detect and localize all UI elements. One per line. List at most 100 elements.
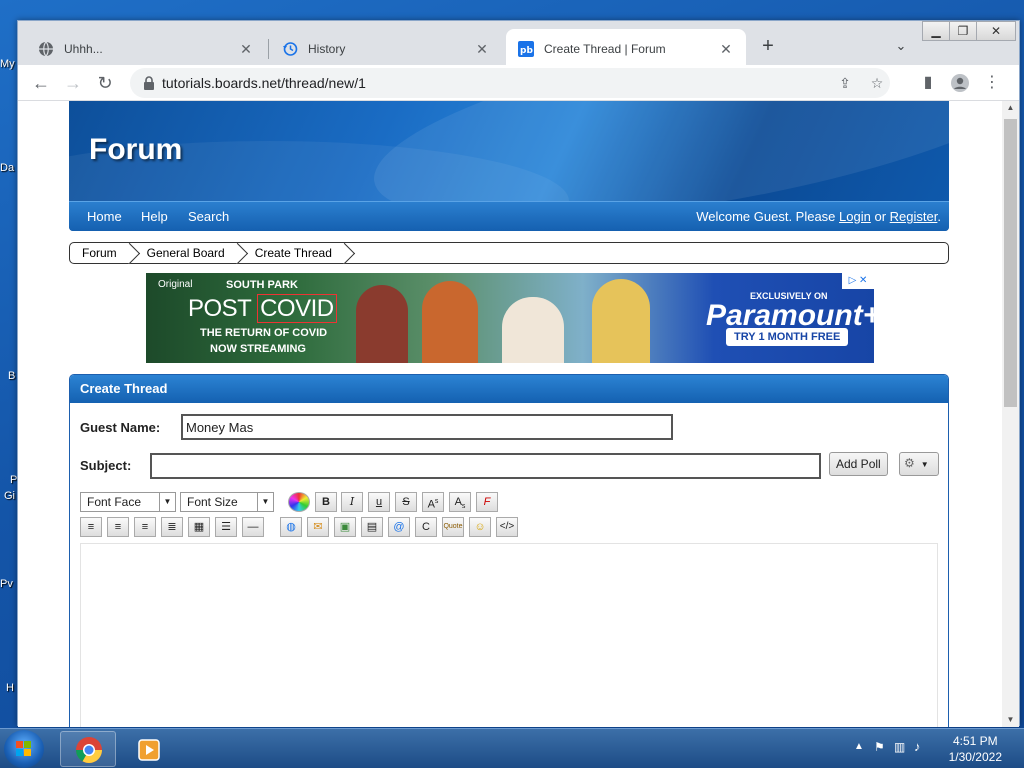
action-center-icon[interactable]: ⚑ [874, 740, 885, 754]
subject-label: Subject: [80, 458, 132, 473]
align-left-icon[interactable]: ≡ [80, 517, 102, 537]
url-text[interactable]: tutorials.boards.net/thread/new/1 [162, 75, 366, 91]
advertisement-banner[interactable]: Original SOUTH PARK POST COVID THE RETUR… [146, 273, 874, 363]
ad-close-icon[interactable]: ▷ ✕ [842, 273, 874, 289]
mention-icon[interactable]: @ [388, 517, 410, 537]
bullet-list-icon[interactable]: ☰ [215, 517, 237, 537]
volume-icon[interactable]: ♪ [914, 739, 921, 754]
scrollbar-thumb[interactable] [1004, 119, 1017, 407]
message-editor[interactable] [80, 543, 938, 727]
horizontal-rule-icon[interactable]: — [242, 517, 264, 537]
forward-arrow-icon[interactable]: → [60, 70, 86, 96]
ad-original-text: Original [158, 279, 193, 290]
close-tab-icon[interactable]: ✕ [718, 41, 734, 57]
ad-streaming-text: NOW STREAMING [210, 343, 306, 355]
reload-icon[interactable]: ↻ [92, 70, 118, 96]
forum-navbar: Home Help Search Welcome Guest. Please L… [69, 201, 949, 231]
font-face-select[interactable]: Font Face ▼ [80, 492, 176, 512]
video-icon[interactable]: ▤ [361, 517, 383, 537]
link-icon[interactable]: ◍ [280, 517, 302, 537]
source-code-icon[interactable]: </> [496, 517, 518, 537]
profile-avatar-icon[interactable] [948, 71, 972, 95]
back-arrow-icon[interactable]: ← [28, 70, 54, 96]
scroll-down-icon[interactable]: ▼ [1002, 713, 1019, 727]
desktop-icon-label[interactable]: Da [0, 162, 16, 174]
register-link[interactable]: Register [890, 209, 938, 224]
share-icon[interactable]: ⇪ [834, 72, 856, 94]
scroll-up-icon[interactable]: ▲ [1002, 101, 1019, 115]
underline-icon[interactable]: u [368, 492, 390, 512]
text-color-icon[interactable] [288, 492, 310, 512]
breadcrumb-forum[interactable]: Forum [70, 243, 129, 263]
bold-icon[interactable]: B [315, 492, 337, 512]
taskbar-chrome[interactable] [60, 731, 116, 767]
clock[interactable]: 4:51 PM 1/30/2022 [949, 733, 1002, 765]
ad-character-image [356, 285, 408, 363]
welcome-message: Welcome Guest. Please Login or Register. [696, 209, 941, 224]
breadcrumb-create-thread[interactable]: Create Thread [237, 243, 344, 263]
ad-subtitle: THE RETURN OF COVID [200, 327, 328, 339]
proboards-icon: pb [518, 41, 534, 57]
minimize-button[interactable]: ▁ [922, 21, 950, 41]
ad-cta-button[interactable]: TRY 1 MONTH FREE [726, 328, 849, 346]
guest-name-input[interactable] [181, 414, 673, 440]
subscript-icon[interactable]: As [449, 492, 471, 512]
table-icon[interactable]: ▦ [188, 517, 210, 537]
close-tab-icon[interactable]: ✕ [474, 41, 490, 57]
tab-uhhh[interactable]: Uhhh... ✕ [26, 29, 266, 69]
add-poll-button[interactable]: Add Poll [829, 452, 888, 476]
font-size-select[interactable]: Font Size ▼ [180, 492, 274, 512]
desktop-icon-label[interactable]: My [0, 58, 16, 70]
email-icon[interactable]: ✉ [307, 517, 329, 537]
side-panel-icon[interactable]: ▮ [916, 71, 940, 95]
nav-help[interactable]: Help [141, 209, 168, 224]
align-right-icon[interactable]: ≡ [134, 517, 156, 537]
show-hidden-icons-icon[interactable]: ▲ [854, 741, 864, 752]
ad-headline-covid: COVID [257, 294, 337, 323]
taskbar-media-player[interactable] [120, 731, 176, 767]
chevron-down-icon: ▼ [920, 460, 929, 469]
network-icon[interactable]: ▥ [894, 740, 905, 754]
maximize-button[interactable]: ❐ [949, 21, 977, 41]
address-bar[interactable]: tutorials.boards.net/thread/new/1 ⇪ ☆ [130, 68, 890, 98]
new-tab-button[interactable]: + [756, 35, 780, 59]
menu-kebab-icon[interactable]: ⋮ [980, 71, 1004, 95]
svg-text:pb: pb [520, 46, 533, 56]
strikethrough-icon[interactable]: S [395, 492, 417, 512]
close-window-button[interactable]: ✕ [976, 21, 1016, 41]
align-center-icon[interactable]: ≡ [107, 517, 129, 537]
breadcrumb-general-board[interactable]: General Board [129, 243, 237, 263]
login-link[interactable]: Login [839, 209, 871, 224]
create-thread-panel: Create Thread Guest Name: Subject: Add P… [69, 374, 949, 727]
smiley-icon[interactable]: ☺ [469, 517, 491, 537]
or-text: or [874, 209, 887, 224]
italic-icon[interactable]: I [341, 492, 363, 512]
desktop-icon-label[interactable]: Pv [0, 578, 16, 590]
forum-logo[interactable]: Forum [89, 133, 182, 167]
settings-dropdown-button[interactable]: ⚙ ▼ [899, 452, 939, 476]
nav-search[interactable]: Search [188, 209, 229, 224]
close-tab-icon[interactable]: ✕ [238, 41, 254, 57]
image-icon[interactable]: ▣ [334, 517, 356, 537]
lock-icon [142, 75, 156, 91]
superscript-icon[interactable]: As [422, 492, 444, 512]
gear-icon: ⚙ [904, 456, 915, 470]
tab-history[interactable]: History ✕ [270, 29, 502, 69]
chevron-down-icon: ▼ [257, 493, 273, 511]
tab-title: Create Thread | Forum [544, 42, 666, 56]
remove-format-icon[interactable]: F [476, 492, 498, 512]
subject-input[interactable] [150, 453, 821, 479]
bookmark-star-icon[interactable]: ☆ [866, 72, 888, 94]
period-text: . [937, 209, 941, 224]
nav-home[interactable]: Home [87, 209, 122, 224]
tab-create-thread[interactable]: pb Create Thread | Forum ✕ [506, 29, 746, 69]
vertical-scrollbar[interactable]: ▲ ▼ [1002, 101, 1019, 727]
history-icon [282, 41, 298, 57]
quote-icon[interactable]: Quote [442, 517, 464, 537]
start-button[interactable] [4, 730, 44, 768]
tab-search-icon[interactable]: ⌄ [890, 35, 912, 57]
justify-icon[interactable]: ≣ [161, 517, 183, 537]
globe-icon [38, 41, 54, 57]
code-icon[interactable]: C [415, 517, 437, 537]
chrome-icon [75, 737, 103, 764]
